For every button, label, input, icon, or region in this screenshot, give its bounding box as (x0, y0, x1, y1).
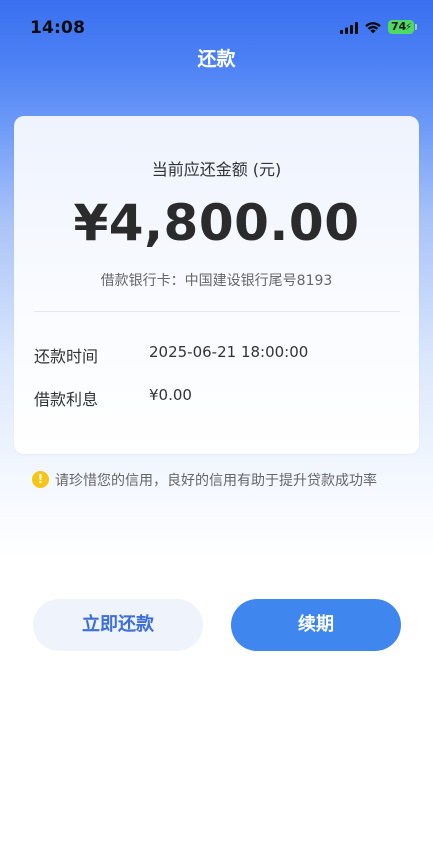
battery-cap (415, 24, 417, 30)
status-time: 14:08 (30, 18, 86, 38)
signal-icon (340, 22, 358, 34)
interest-value: ¥0.00 (149, 386, 192, 404)
divider (34, 311, 400, 312)
battery-icon: 74 ⚡ (388, 20, 414, 34)
status-bar: 14:08 74 ⚡ (0, 0, 433, 50)
repayment-time-value: 2025-06-21 18:00:00 (149, 343, 309, 361)
notice-text: 请珍惜您的信用，良好的信用有助于提升贷款成功率 (55, 473, 377, 489)
bank-card-info: 借款银行卡：中国建设银行尾号8193 (100, 273, 333, 289)
charging-bolt-icon: ⚡ (404, 22, 412, 33)
repayment-time-label: 还款时间 (34, 347, 99, 366)
wifi-icon (365, 22, 381, 34)
repay-now-button[interactable]: 立即还款 (33, 599, 203, 651)
page-title: 还款 (197, 48, 236, 70)
renew-button[interactable]: 续期 (231, 599, 401, 651)
amount-due: ¥4,800.00 (73, 194, 360, 252)
amount-label: 当前应还金额 (元) (151, 160, 282, 179)
interest-label: 借款利息 (34, 390, 99, 409)
warning-icon: ! (32, 471, 49, 488)
